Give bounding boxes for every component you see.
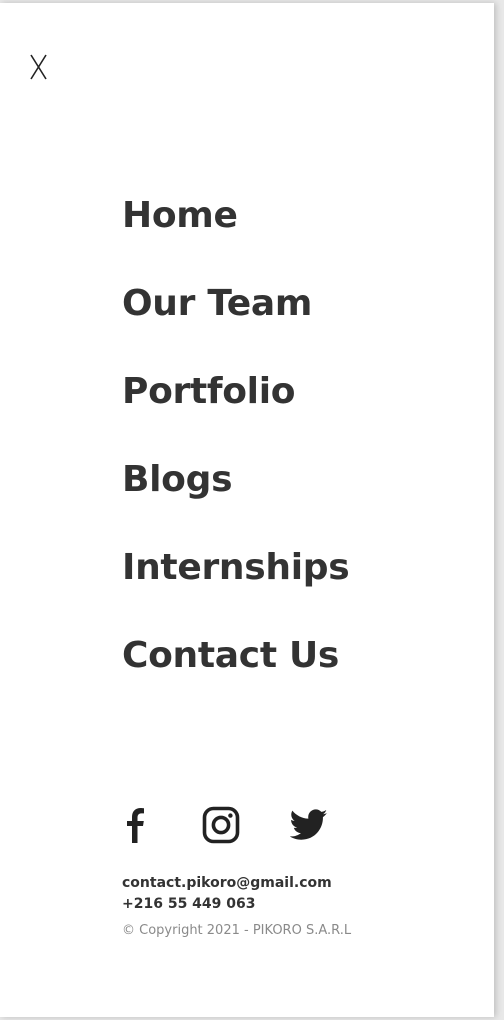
nav-link-blogs[interactable]: Blogs [122,459,233,500]
copyright-text: © Copyright 2021 - PIKORO S.A.R.L [122,923,352,938]
main-navigation: Home Our Team Portfolio Blogs Internship… [122,171,350,699]
social-links [122,805,378,849]
nav-item-portfolio: Portfolio [122,347,349,435]
nav-item-our-team: Our Team [122,259,349,347]
twitter-icon[interactable] [289,809,328,845]
facebook-icon[interactable] [122,805,152,849]
close-button[interactable] [22,49,56,85]
instagram-icon[interactable] [202,806,240,848]
contact-email[interactable]: contact.pikoro@gmail.com [122,873,351,894]
nav-link-contact-us[interactable]: Contact Us [122,635,339,676]
nav-item-home: Home [122,171,349,259]
nav-link-our-team[interactable]: Our Team [122,283,312,324]
nav-item-contact-us: Contact Us [122,611,349,699]
close-icon [30,54,47,80]
nav-link-internships[interactable]: Internships [122,547,350,588]
nav-item-blogs: Blogs [122,435,349,523]
nav-link-home[interactable]: Home [122,195,238,236]
contact-info: contact.pikoro@gmail.com +216 55 449 063… [122,873,351,938]
nav-link-portfolio[interactable]: Portfolio [122,371,295,412]
contact-phone[interactable]: +216 55 449 063 [122,894,351,915]
nav-item-internships: Internships [122,523,350,611]
side-menu-panel: Home Our Team Portfolio Blogs Internship… [0,3,494,1017]
